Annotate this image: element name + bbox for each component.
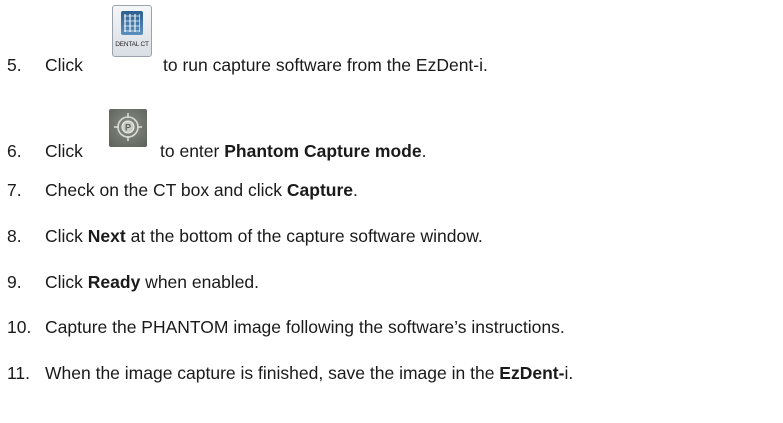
step-text: Capture the PHANTOM image following the … bbox=[45, 317, 565, 337]
step-bold-text: Capture bbox=[286, 180, 354, 200]
phantom-capture-icon[interactable]: P bbox=[109, 109, 147, 147]
step-bold-text: Next bbox=[87, 226, 126, 246]
step-number: 5. bbox=[7, 55, 22, 75]
step-number: 10. bbox=[7, 317, 32, 337]
step-text: When the image capture is finished, save… bbox=[45, 363, 574, 383]
step-text: Click Ready when enabled. bbox=[45, 272, 260, 292]
dental-ct-caption: DENTAL CT bbox=[115, 41, 149, 48]
step-text-after: to enter Phantom Capture mode. bbox=[160, 141, 427, 161]
step-text-before: Click bbox=[45, 55, 83, 75]
step-text: Click Next at the bottom of the capture … bbox=[45, 226, 483, 246]
step-bold-text: EzDent- bbox=[499, 363, 565, 383]
step-text: Check on the CT box and click Capture. bbox=[45, 180, 358, 200]
step-number: 11. bbox=[7, 363, 31, 383]
step-text: Click P to enter Phantom Capture mode. bbox=[45, 109, 426, 162]
svg-text:P: P bbox=[125, 123, 131, 133]
step-number: 9. bbox=[7, 272, 22, 292]
step-number: 8. bbox=[7, 226, 22, 246]
step-number: 7. bbox=[7, 180, 22, 200]
step-bold-text: Phantom Capture mode bbox=[224, 141, 422, 161]
step-text-after: to run capture software from the EzDent-… bbox=[163, 55, 488, 75]
step-bold-text: Ready bbox=[87, 272, 141, 292]
step-text: Click DENTAL CT to run capture software … bbox=[45, 5, 488, 76]
dental-ct-icon[interactable]: DENTAL CT bbox=[112, 5, 152, 57]
step-number: 6. bbox=[7, 141, 22, 161]
step-text-before: Click bbox=[45, 141, 83, 161]
